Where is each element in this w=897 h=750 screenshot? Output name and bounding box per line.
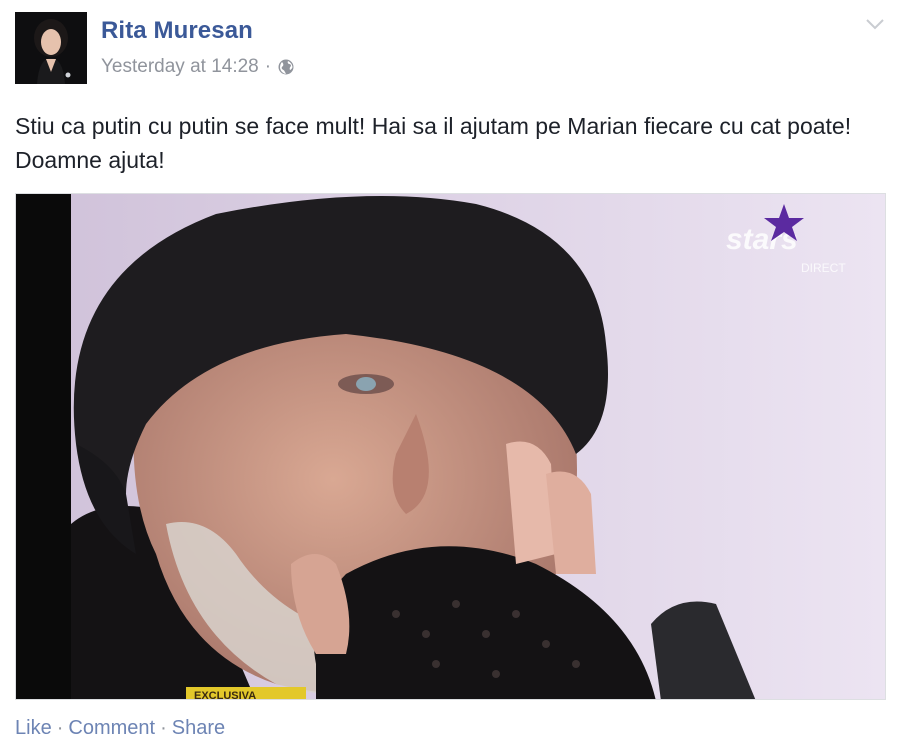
comment-button[interactable]: Comment: [68, 717, 155, 740]
action-separator: ·: [160, 717, 167, 739]
avatar[interactable]: [15, 12, 87, 84]
author-name[interactable]: Rita Muresan: [101, 17, 253, 45]
post-actions: Like · Comment · Share: [15, 717, 225, 740]
share-button[interactable]: Share: [172, 717, 225, 740]
post-photo[interactable]: EXCLUSIVA stars DIRECT: [15, 193, 886, 700]
photo-banner: EXCLUSIVA: [194, 690, 256, 700]
timestamp[interactable]: Yesterday at 14:28: [101, 56, 259, 78]
post-text: Stiu ca putin cu putin se face mult! Hai…: [15, 113, 852, 173]
chevron-down-icon[interactable]: [862, 14, 888, 34]
action-separator: ·: [56, 717, 64, 739]
facebook-post: Rita Muresan Yesterday at 14:28 · Stiu c…: [0, 0, 897, 750]
like-button[interactable]: Like: [15, 717, 52, 740]
meta-separator: ·: [264, 56, 272, 77]
photo-watermark-sub: DIRECT: [801, 261, 846, 275]
post-meta: Yesterday at 14:28 ·: [101, 56, 295, 78]
globe-icon[interactable]: [277, 58, 295, 76]
